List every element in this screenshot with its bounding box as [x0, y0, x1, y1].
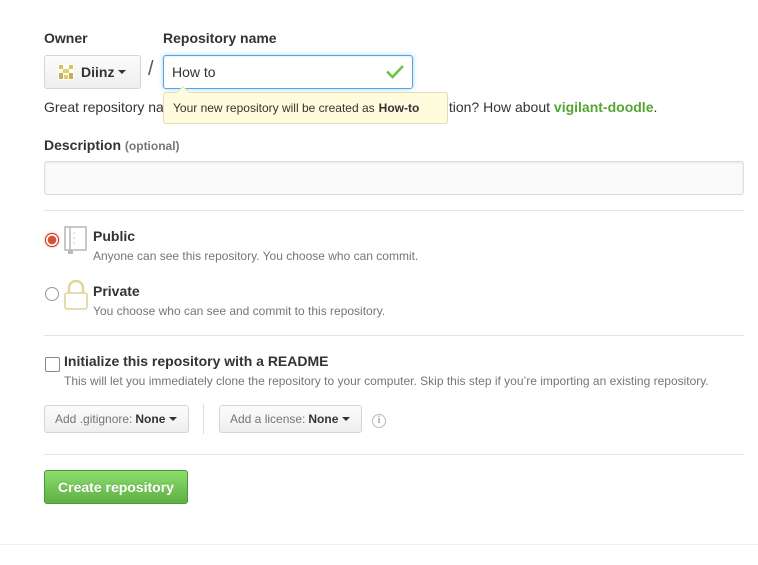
tooltip-repo-name: How-to	[378, 101, 420, 115]
divider	[44, 210, 744, 211]
private-radio[interactable]	[45, 287, 59, 301]
readme-description: This will let you immediately clone the …	[64, 374, 709, 388]
owner-avatar-icon	[58, 64, 74, 80]
optional-tag: (optional)	[124, 139, 180, 153]
path-separator: /	[148, 58, 154, 80]
description-label: Description (optional)	[44, 137, 180, 153]
repo-book-icon	[64, 226, 87, 254]
repo-name-tooltip: Your new repository will be created as H…	[163, 86, 448, 124]
check-icon	[386, 65, 404, 79]
readme-checkbox[interactable]	[45, 357, 60, 372]
divider	[203, 404, 204, 434]
chevron-down-icon	[342, 417, 351, 421]
private-description: You choose who can see and commit to thi…	[93, 304, 386, 318]
chevron-down-icon	[118, 70, 127, 74]
readme-title: Initialize this repository with a README	[64, 353, 329, 369]
owner-label: Owner	[44, 30, 88, 46]
owner-name: Diinz	[81, 64, 115, 80]
suggested-name-link[interactable]: vigilant-doodle	[554, 99, 654, 115]
chevron-down-icon	[169, 417, 178, 421]
public-radio[interactable]	[45, 233, 59, 247]
create-repository-button[interactable]: Create repository	[44, 470, 188, 504]
gitignore-dropdown[interactable]: Add .gitignore: None	[44, 405, 189, 433]
owner-dropdown[interactable]: Diinz	[44, 55, 141, 89]
divider	[44, 454, 744, 455]
lock-icon	[64, 279, 88, 310]
public-title: Public	[93, 228, 136, 244]
repository-name-input[interactable]	[163, 55, 413, 89]
tooltip-text: Your new repository will be created as	[173, 101, 375, 115]
footer-divider	[0, 544, 758, 545]
repository-name-label: Repository name	[163, 30, 277, 46]
public-description: Anyone can see this repository. You choo…	[93, 249, 419, 263]
info-icon[interactable]: i	[372, 414, 386, 428]
license-dropdown[interactable]: Add a license: None	[219, 405, 362, 433]
private-title: Private	[93, 283, 140, 299]
suggestion-prefix: Great repository na	[44, 99, 164, 115]
divider	[44, 335, 744, 336]
description-input[interactable]	[44, 161, 744, 195]
suggestion-text: tion? How about	[448, 99, 554, 115]
